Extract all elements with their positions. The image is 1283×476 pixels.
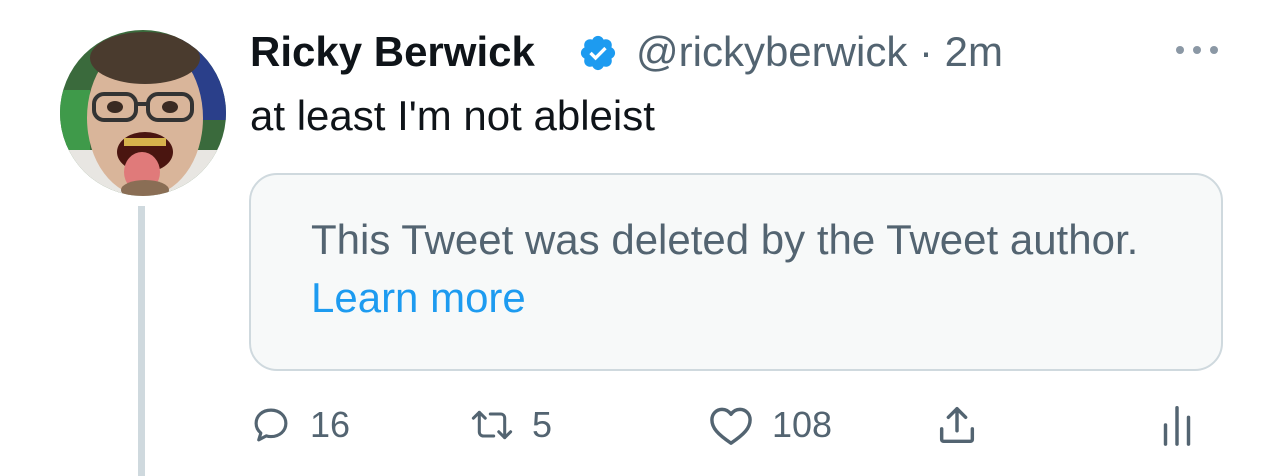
avatar[interactable] [60,30,226,196]
learn-more-link[interactable]: Learn more [311,274,526,321]
avatar-image [60,30,226,196]
author-name[interactable]: Ricky Berwick [250,26,535,78]
retweet-icon [471,410,513,440]
retweet-button[interactable]: 5 [470,400,552,450]
share-icon [939,406,975,444]
deleted-quote-card: This Tweet was deleted by the Tweet auth… [249,173,1223,371]
like-count: 108 [772,404,833,445]
timestamp[interactable]: 2m [945,28,1003,75]
reply-count: 16 [310,404,351,445]
deleted-message: This Tweet was deleted by the Tweet auth… [311,216,1139,263]
author-handle[interactable]: @rickyberwick [636,28,907,75]
analytics-icon [1163,406,1191,446]
retweet-count: 5 [532,404,553,445]
deleted-quote-text: This Tweet was deleted by the Tweet auth… [311,211,1171,327]
more-options-icon[interactable] [1172,40,1222,60]
handle-and-time: @rickyberwick · 2m [636,26,1003,78]
thread-line [138,206,145,476]
reply-icon [254,408,288,442]
tweet-text: at least I'm not ableist [250,92,655,139]
analytics-button[interactable] [1160,400,1194,450]
like-button[interactable]: 108 [708,400,832,450]
dot-separator: · [919,28,933,75]
share-button[interactable] [934,400,980,450]
heart-icon [710,407,752,445]
reply-button[interactable]: 16 [250,400,350,450]
verified-badge-icon [580,35,616,71]
